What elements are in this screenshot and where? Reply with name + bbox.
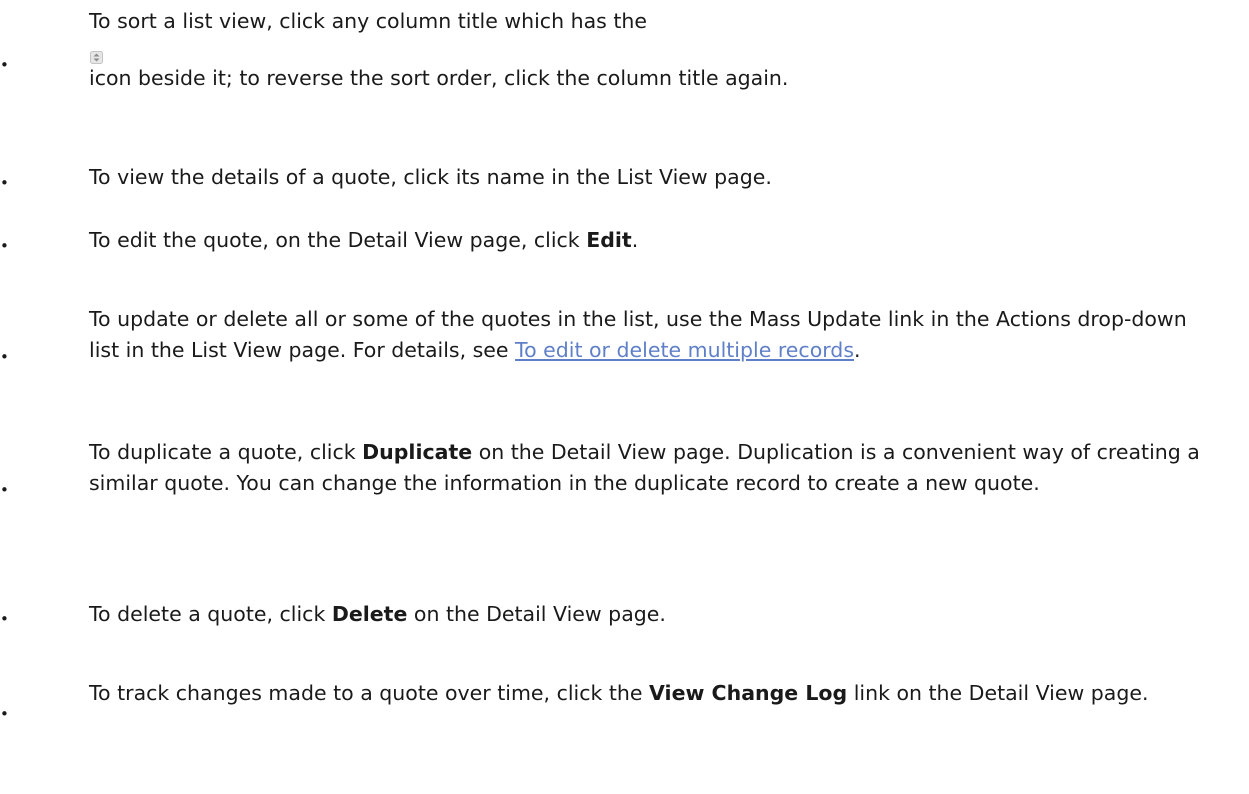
delete-label: Delete — [331, 602, 408, 626]
list-item-text: To track changes made to a quote over ti… — [89, 681, 1149, 705]
sort-instruction-line1: To sort a list view, click any column ti… — [89, 9, 647, 33]
list-item-text: To view the details of a quote, click it… — [89, 165, 772, 189]
edit-multiple-records-link[interactable]: To edit or delete multiple records — [515, 338, 854, 362]
view-change-log-label: View Change Log — [649, 681, 848, 705]
bullet-icon: • — [0, 705, 9, 723]
bullet-icon: • — [0, 237, 9, 255]
sort-instruction-line2: icon beside it; to reverse the sort orde… — [89, 66, 789, 90]
list-item-text: To delete a quote, click Delete on the D… — [89, 602, 666, 626]
list-item-text: To duplicate a quote, click Duplicate on… — [89, 440, 1200, 495]
bullet-icon: • — [0, 610, 9, 628]
sort-icon-row — [89, 37, 1209, 64]
list-item-text: To sort a list view, click any column ti… — [89, 6, 1209, 94]
list-item-text: To update or delete all or some of the q… — [89, 307, 1187, 362]
bullet-icon: • — [0, 348, 9, 366]
edit-label: Edit — [586, 228, 632, 252]
bullet-icon: • — [0, 174, 9, 192]
sort-arrows-icon — [90, 51, 103, 64]
bullet-icon: • — [0, 481, 9, 499]
bullet-icon: • — [0, 56, 9, 74]
duplicate-label: Duplicate — [362, 440, 473, 464]
list-item-text: To edit the quote, on the Detail View pa… — [89, 228, 639, 252]
